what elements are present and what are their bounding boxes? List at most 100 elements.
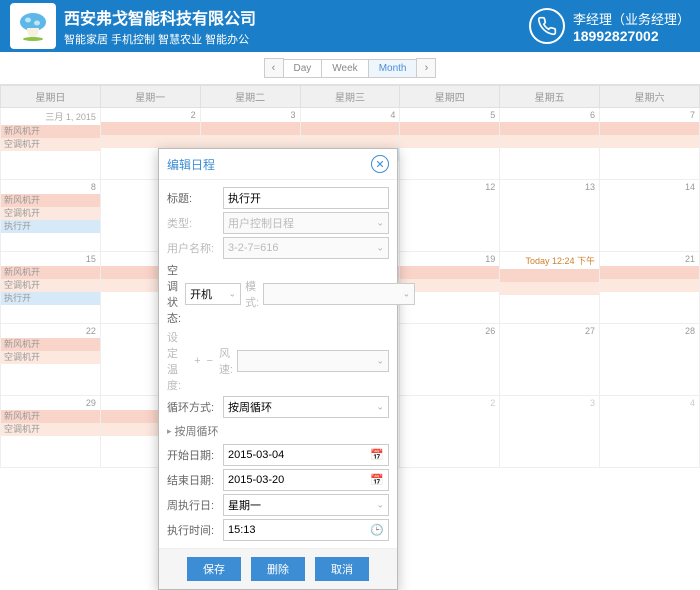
weekday-header: 星期一 [100, 86, 200, 108]
day-cell[interactable]: 22新风机开空调机开 [1, 324, 101, 396]
start-date-input[interactable] [223, 444, 389, 466]
exec-time-input[interactable] [223, 519, 389, 541]
weekday-header: 星期二 [200, 86, 300, 108]
type-select[interactable] [223, 212, 389, 234]
day-cell[interactable]: 12 [400, 180, 500, 252]
minus-icon[interactable]: − [207, 355, 213, 367]
ac-status-select[interactable] [185, 283, 241, 305]
temp-stepper[interactable]: +− [192, 355, 215, 367]
mode-select[interactable] [263, 283, 415, 305]
day-cell[interactable]: 26 [400, 324, 500, 396]
day-cell[interactable]: 6 [500, 108, 600, 180]
plus-icon[interactable]: + [194, 355, 200, 367]
day-cell[interactable]: 4 [600, 396, 700, 468]
event[interactable] [600, 279, 699, 292]
company-subtitle: 智能家居 手机控制 智慧农业 智能办公 [64, 31, 256, 47]
user-select[interactable] [223, 237, 389, 259]
event[interactable]: 新风机开 [1, 410, 100, 423]
event[interactable]: 空调机开 [1, 423, 100, 436]
day-cell[interactable]: 15新风机开空调机开执行开 [1, 252, 101, 324]
weekday-label: 周执行日: [167, 497, 219, 513]
user-label: 用户名称: [167, 240, 219, 256]
event[interactable]: 执行开 [1, 220, 100, 233]
type-label: 类型: [167, 215, 219, 231]
event[interactable]: 新风机开 [1, 125, 100, 138]
event[interactable]: 新风机开 [1, 338, 100, 351]
event[interactable] [500, 135, 599, 148]
cycle-select[interactable] [223, 396, 389, 418]
event[interactable] [400, 279, 499, 292]
event[interactable]: 空调机开 [1, 138, 100, 151]
clock-icon[interactable]: 🕒 [370, 524, 384, 537]
event[interactable] [500, 282, 599, 295]
event[interactable] [400, 135, 499, 148]
weekday-select[interactable] [223, 494, 389, 516]
cycle-label: 循环方式: [167, 399, 219, 415]
event[interactable] [400, 122, 499, 135]
close-button[interactable]: ✕ [371, 155, 389, 173]
day-cell[interactable]: 7 [600, 108, 700, 180]
weekday-header: 星期三 [300, 86, 400, 108]
day-cell[interactable]: 8新风机开空调机开执行开 [1, 180, 101, 252]
view-month-button[interactable]: Month [368, 59, 418, 78]
event[interactable]: 空调机开 [1, 279, 100, 292]
event[interactable] [500, 122, 599, 135]
page-header: 西安弗戈智能科技有限公司 智能家居 手机控制 智慧农业 智能办公 李经理（业务经… [0, 0, 700, 52]
day-cell[interactable]: 13 [500, 180, 600, 252]
end-date-input[interactable] [223, 469, 389, 491]
event[interactable] [500, 269, 599, 282]
event[interactable] [600, 266, 699, 279]
speed-select[interactable] [237, 350, 389, 372]
cancel-button[interactable]: 取消 [315, 557, 369, 581]
event[interactable]: 空调机开 [1, 351, 100, 364]
weekday-header: 星期五 [500, 86, 600, 108]
event[interactable] [600, 122, 699, 135]
calendar-icon[interactable]: 📅 [370, 449, 384, 462]
weekday-header: 星期四 [400, 86, 500, 108]
temp-label: 设定温度: [167, 329, 188, 393]
event[interactable]: 新风机开 [1, 194, 100, 207]
day-cell[interactable]: 27 [500, 324, 600, 396]
contact-phone: 18992827002 [573, 28, 690, 44]
prev-button[interactable]: ‹ [264, 58, 284, 78]
event[interactable] [600, 135, 699, 148]
next-button[interactable]: › [416, 58, 436, 78]
title-label: 标题: [167, 190, 219, 206]
day-cell[interactable]: 29新风机开空调机开 [1, 396, 101, 468]
event[interactable] [201, 135, 300, 148]
day-cell[interactable]: 三月 1, 2015新风机开空调机开 [1, 108, 101, 180]
ac-status-label: 空调状态: [167, 262, 181, 326]
event[interactable] [101, 122, 200, 135]
event[interactable] [101, 135, 200, 148]
cycle-subheader: 按周循环 [167, 421, 389, 441]
end-date-label: 结束日期: [167, 472, 219, 488]
event[interactable]: 新风机开 [1, 266, 100, 279]
dialog-title: 编辑日程 [167, 156, 215, 173]
calendar-toolbar: ‹ Day Week Month › [0, 52, 700, 85]
event[interactable] [301, 122, 400, 135]
view-day-button[interactable]: Day [283, 59, 323, 78]
event[interactable] [400, 266, 499, 279]
day-cell[interactable]: 5 [400, 108, 500, 180]
day-cell[interactable]: Today 12:24 下午 [500, 252, 600, 324]
event[interactable] [301, 135, 400, 148]
event[interactable] [201, 122, 300, 135]
phone-icon [529, 8, 565, 44]
start-date-label: 开始日期: [167, 447, 219, 463]
day-cell[interactable]: 14 [600, 180, 700, 252]
day-cell[interactable]: 28 [600, 324, 700, 396]
mode-label: 模式: [245, 278, 259, 310]
weekday-header: 星期日 [1, 86, 101, 108]
day-cell[interactable]: 2 [400, 396, 500, 468]
event[interactable]: 空调机开 [1, 207, 100, 220]
logo [10, 3, 56, 49]
calendar-icon[interactable]: 📅 [370, 474, 384, 487]
event[interactable]: 执行开 [1, 292, 100, 305]
view-week-button[interactable]: Week [321, 59, 368, 78]
day-cell[interactable]: 3 [500, 396, 600, 468]
exec-time-label: 执行时间: [167, 522, 219, 538]
save-button[interactable]: 保存 [187, 557, 241, 581]
delete-button[interactable]: 删除 [251, 557, 305, 581]
day-cell[interactable]: 21 [600, 252, 700, 324]
title-input[interactable] [223, 187, 389, 209]
